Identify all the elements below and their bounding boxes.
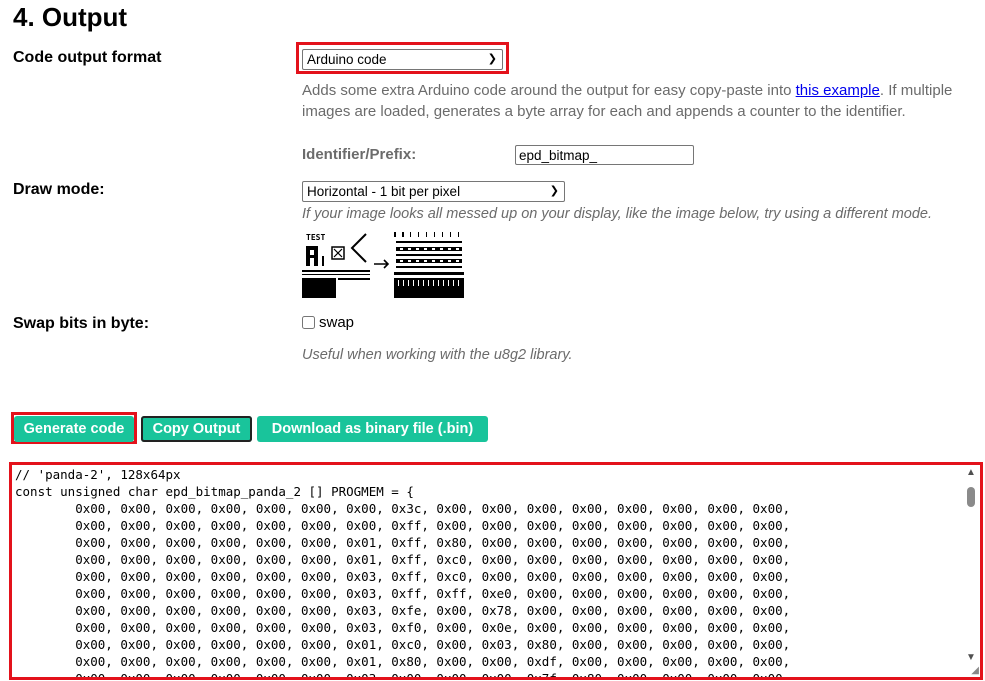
output-format-label: Code output format bbox=[13, 49, 162, 66]
draw-mode-example-image: TEST bbox=[302, 232, 464, 298]
draw-mode-label: Draw mode: bbox=[13, 181, 105, 198]
output-format-description: Adds some extra Arduino code around the … bbox=[302, 80, 982, 122]
swap-checkbox-label: swap bbox=[319, 314, 355, 331]
scroll-thumb[interactable] bbox=[967, 487, 975, 507]
swap-checkbox[interactable] bbox=[302, 316, 315, 329]
download-bin-button[interactable]: Download as binary file (.bin) bbox=[257, 416, 488, 442]
scroll-up-icon[interactable]: ▲ bbox=[966, 467, 976, 478]
description-text: Adds some extra Arduino code around the … bbox=[302, 82, 796, 99]
code-output-textarea[interactable]: // 'panda-2', 128x64px const unsigned ch… bbox=[9, 462, 983, 680]
generate-code-button[interactable]: Generate code bbox=[14, 416, 134, 442]
draw-mode-hint: If your image looks all messed up on you… bbox=[302, 206, 932, 222]
example-test-text: TEST bbox=[306, 233, 325, 242]
output-format-select[interactable]: Arduino code ❯ bbox=[302, 49, 503, 70]
resize-grip-icon[interactable]: ◢ bbox=[971, 665, 979, 676]
code-scrollbar[interactable]: ▲ ▼ bbox=[963, 465, 980, 677]
code-output-text: // 'panda-2', 128x64px const unsigned ch… bbox=[15, 467, 791, 680]
example-link[interactable]: this example bbox=[796, 82, 880, 99]
output-format-dropdown[interactable]: Arduino code bbox=[302, 49, 503, 70]
copy-output-button[interactable]: Copy Output bbox=[141, 416, 252, 442]
swap-bits-hint: Useful when working with the u8g2 librar… bbox=[302, 347, 573, 363]
scroll-down-icon[interactable]: ▼ bbox=[966, 652, 976, 663]
draw-mode-dropdown[interactable]: Horizontal - 1 bit per pixel bbox=[302, 181, 565, 202]
section-title: 4. Output bbox=[13, 2, 128, 32]
draw-mode-select[interactable]: Horizontal - 1 bit per pixel ❯ bbox=[302, 181, 565, 202]
identifier-input[interactable] bbox=[515, 145, 694, 165]
identifier-label: Identifier/Prefix: bbox=[302, 146, 417, 163]
swap-checkbox-wrapper[interactable]: swap bbox=[302, 314, 354, 331]
swap-bits-label: Swap bits in byte: bbox=[13, 315, 150, 332]
